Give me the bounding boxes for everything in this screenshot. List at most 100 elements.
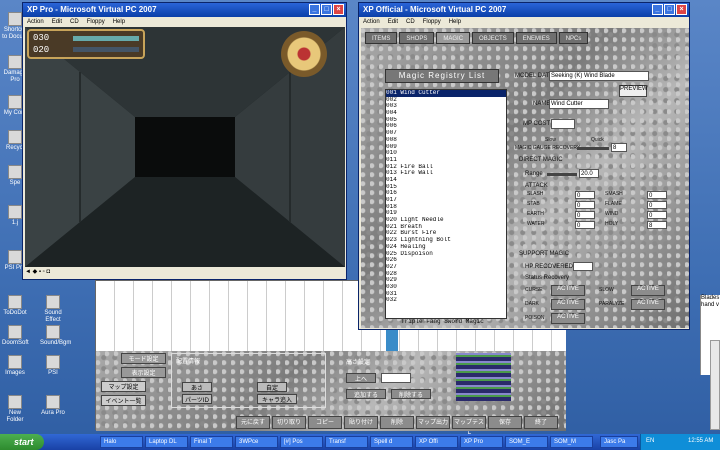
gauge-slider[interactable]: [577, 147, 609, 150]
toolbar-button[interactable]: マップ出力: [416, 416, 450, 429]
tab-npcs[interactable]: NPCs: [558, 32, 589, 44]
toolbar-button[interactable]: 保存: [488, 416, 522, 429]
list-item[interactable]: 002: [386, 97, 506, 104]
list-item[interactable]: 025 Dispoison: [386, 251, 506, 258]
list-item[interactable]: 021 Breath: [386, 224, 506, 231]
preview-button[interactable]: PREVIEW: [619, 85, 648, 97]
menu-item[interactable]: Help: [113, 17, 125, 27]
attack-value[interactable]: 8: [647, 221, 667, 229]
toolbar-button[interactable]: マップテスト: [452, 416, 486, 438]
list-item[interactable]: 017: [386, 197, 506, 204]
menu-item[interactable]: CD: [406, 17, 415, 27]
taskbar-item[interactable]: Spell d: [370, 436, 413, 448]
taskbar-item[interactable]: Halo: [100, 436, 143, 448]
attack-value[interactable]: 0: [647, 191, 667, 199]
close-icon[interactable]: ×: [333, 4, 344, 15]
mode-button[interactable]: マップ設定: [101, 381, 146, 392]
list-item[interactable]: 019: [386, 210, 506, 217]
taskbar-item[interactable]: Laptop DL: [145, 436, 188, 448]
menu-item[interactable]: Help: [449, 17, 461, 27]
mp-input[interactable]: [551, 119, 575, 129]
range-value[interactable]: 20.0: [579, 169, 599, 178]
field-c[interactable]: 自定: [257, 382, 287, 392]
desktop-icon[interactable]: Aura Pro: [40, 395, 66, 417]
menu-item[interactable]: CD: [70, 17, 79, 27]
toolbar-button[interactable]: 削除: [380, 416, 414, 429]
list-item[interactable]: 010: [386, 150, 506, 157]
active-button[interactable]: ACTIVE: [551, 313, 585, 324]
desktop-icon[interactable]: Sound Effect: [40, 295, 66, 324]
taskbar-item[interactable]: [#] Pos: [280, 436, 323, 448]
mode-button[interactable]: 表示設定: [121, 367, 166, 378]
up-button[interactable]: 上へ: [346, 373, 376, 383]
desktop-icon[interactable]: Sound/Bgm: [40, 325, 71, 347]
attack-value[interactable]: 0: [575, 221, 595, 229]
hp-input[interactable]: [573, 262, 593, 271]
list-item[interactable]: 003: [386, 103, 506, 110]
toolbar-button[interactable]: コピー: [308, 416, 342, 429]
list-item[interactable]: 023 Lightning Bolt: [386, 237, 506, 244]
mode-button[interactable]: イベント一覧: [101, 395, 146, 406]
field-a[interactable]: あさ: [182, 382, 212, 392]
attack-value[interactable]: 0: [575, 191, 595, 199]
tab-items[interactable]: ITEMS: [365, 32, 398, 44]
start-button[interactable]: start: [0, 434, 44, 450]
menu-item[interactable]: Floppy: [87, 17, 105, 27]
delete-button[interactable]: 削除する: [391, 389, 431, 399]
desktop-icon[interactable]: Images: [2, 355, 28, 377]
language-indicator[interactable]: EN: [646, 438, 654, 444]
model-select[interactable]: Seeking (K) Wind Blade: [549, 71, 649, 81]
attack-value[interactable]: 0: [575, 211, 595, 219]
field-d[interactable]: キャラ追入: [257, 394, 297, 404]
name-input[interactable]: Wind Cutter: [549, 99, 609, 109]
list-item[interactable]: 008: [386, 137, 506, 144]
tab-objects[interactable]: OBJECTS: [472, 32, 514, 44]
list-item[interactable]: 007: [386, 130, 506, 137]
toolbar-button[interactable]: 終了: [524, 416, 558, 429]
list-item[interactable]: 024 Healing: [386, 244, 506, 251]
list-item[interactable]: 020 Light Needle: [386, 217, 506, 224]
gauge-value[interactable]: 8: [611, 143, 627, 152]
taskbar-item[interactable]: SOM_E: [505, 436, 548, 448]
list-item[interactable]: 029: [386, 277, 506, 284]
list-item[interactable]: 031: [386, 291, 506, 298]
list-item[interactable]: 026: [386, 257, 506, 264]
active-button[interactable]: ACTIVE: [631, 299, 665, 310]
list-item[interactable]: 030: [386, 284, 506, 291]
list-item[interactable]: 011: [386, 157, 506, 164]
tab-magic[interactable]: MAGIC: [436, 32, 471, 44]
list-item[interactable]: 022 Burst Fire: [386, 230, 506, 237]
toolbar-button[interactable]: 貼り付け: [344, 416, 378, 429]
list-item[interactable]: 013 Fire Wall: [386, 170, 506, 177]
taskbar-item[interactable]: XP Offi: [415, 436, 458, 448]
range-slider[interactable]: [547, 173, 577, 176]
list-item[interactable]: 009: [386, 144, 506, 151]
scrollbar[interactable]: [710, 340, 720, 430]
list-item[interactable]: 028: [386, 271, 506, 278]
close-icon[interactable]: ×: [676, 4, 687, 15]
taskbar-item[interactable]: 3WPce: [235, 436, 278, 448]
add-button[interactable]: 追加する: [346, 389, 386, 399]
list-item[interactable]: 014: [386, 177, 506, 184]
minimize-icon[interactable]: _: [652, 4, 663, 15]
list-item[interactable]: 016: [386, 190, 506, 197]
tab-enemies[interactable]: ENEMIES: [515, 32, 557, 44]
list-item[interactable]: 032: [386, 297, 506, 304]
active-button[interactable]: ACTIVE: [551, 285, 585, 296]
minimize-icon[interactable]: _: [309, 4, 320, 15]
maximize-icon[interactable]: □: [664, 4, 675, 15]
game-viewport[interactable]: 030 020: [25, 27, 345, 267]
desktop-icon[interactable]: New Folder: [2, 395, 28, 424]
mode-button[interactable]: モード設定: [121, 353, 166, 364]
desktop-icon[interactable]: ToDoDot: [2, 295, 28, 317]
tab-shops[interactable]: SHOPS: [399, 32, 435, 44]
field-b[interactable]: パーツID: [182, 394, 212, 404]
menu-item[interactable]: Floppy: [423, 17, 441, 27]
active-button[interactable]: ACTIVE: [551, 299, 585, 310]
attack-value[interactable]: 0: [575, 201, 595, 209]
desktop-icon[interactable]: DoomSoft: [2, 325, 29, 347]
list-item[interactable]: 001 Wind Cutter: [386, 90, 506, 97]
taskbar-item[interactable]: Jasc Pa: [600, 436, 638, 448]
list-item[interactable]: 018: [386, 204, 506, 211]
list-item[interactable]: 027: [386, 264, 506, 271]
